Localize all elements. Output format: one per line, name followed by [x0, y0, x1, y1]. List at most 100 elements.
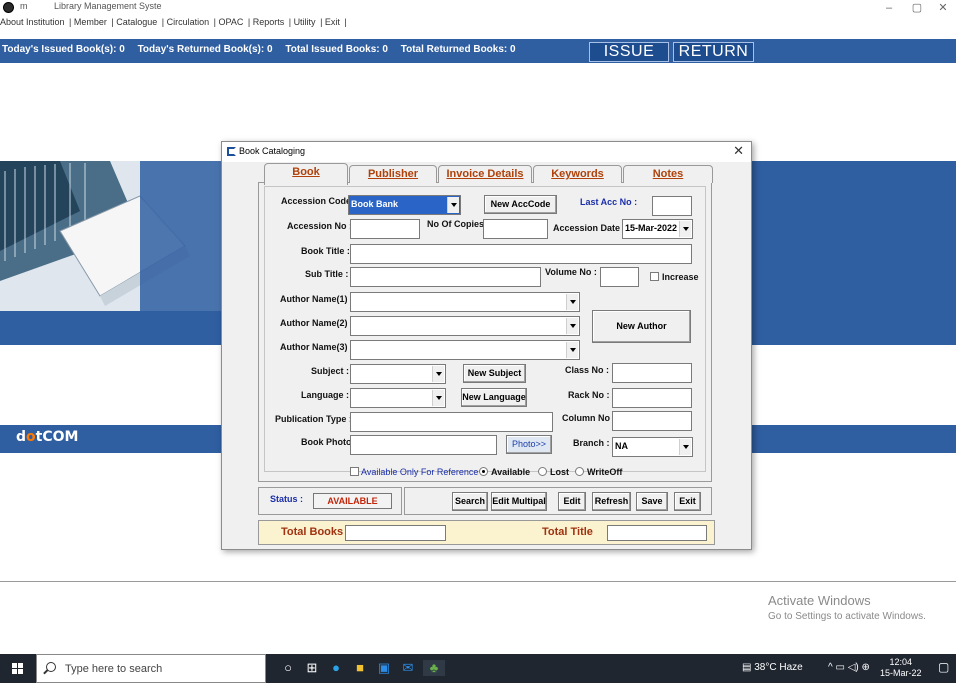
writeoff-radio[interactable]: [575, 467, 584, 476]
rack-no-field[interactable]: [612, 388, 692, 408]
tab-invoice-details[interactable]: Invoice Details: [438, 165, 532, 183]
clock-date: 15-Mar-22: [880, 668, 922, 678]
sub-title-field[interactable]: [350, 267, 541, 287]
refresh-button[interactable]: Refresh: [592, 492, 631, 511]
dialog-icon: [227, 147, 236, 156]
dialog-close-button[interactable]: ✕: [733, 143, 744, 159]
task-view-icon[interactable]: ⊞: [304, 660, 320, 676]
app-icon: [3, 2, 14, 13]
menu-exit[interactable]: Exit: [325, 17, 340, 27]
accession-no-label: Accession No :: [287, 221, 353, 231]
stats-bar: Today's Issued Book(s): 0 Today's Return…: [0, 39, 956, 63]
menu-circulation[interactable]: Circulation: [167, 17, 210, 27]
edit-button[interactable]: Edit: [558, 492, 586, 511]
tab-publisher[interactable]: Publisher: [349, 165, 437, 183]
close-window-button[interactable]: ✕: [928, 0, 956, 16]
new-language-button[interactable]: New Language: [461, 388, 527, 407]
writeoff-label: WriteOff: [587, 467, 623, 477]
subject-select[interactable]: [350, 364, 446, 384]
store-icon[interactable]: ▣: [376, 660, 392, 676]
activation-title: Activate Windows: [768, 593, 871, 608]
author-name-3-label: Author Name(3) :: [280, 342, 354, 352]
search-button[interactable]: Search: [452, 492, 488, 511]
menu-catalogue[interactable]: Catalogue: [116, 17, 157, 27]
author-name-3-select[interactable]: [350, 340, 580, 360]
new-subject-button[interactable]: New Subject: [463, 364, 526, 383]
rack-no-label: Rack No :: [568, 390, 610, 400]
accession-code-label: Accession Code:: [281, 196, 355, 206]
tab-notes[interactable]: Notes: [623, 165, 713, 183]
tab-book[interactable]: Book: [264, 163, 348, 185]
menu-utility[interactable]: Utility: [294, 17, 316, 27]
chevron-down-icon: [679, 221, 691, 237]
accession-date-label: Accession Date :: [553, 223, 626, 233]
menu-bar: About Institution | Member | Catalogue |…: [0, 17, 347, 27]
new-author-button[interactable]: New Author: [592, 310, 691, 343]
no-of-copies-field[interactable]: [483, 219, 548, 239]
notification-icon[interactable]: ▢: [938, 660, 949, 674]
tab-keywords[interactable]: Keywords: [533, 165, 622, 183]
author-name-1-label: Author Name(1) :: [280, 294, 354, 304]
author-name-2-select[interactable]: [350, 316, 580, 336]
no-of-copies-label: No Of Copies :: [427, 219, 490, 229]
exit-button[interactable]: Exit: [674, 492, 701, 511]
dialog-title: Book Cataloging: [239, 146, 306, 156]
reference-label: Available Only For Reference: [361, 467, 479, 477]
accession-no-field[interactable]: [350, 219, 420, 239]
library-app-icon[interactable]: ♣: [423, 660, 445, 676]
volume-no-field[interactable]: [600, 267, 639, 287]
return-button[interactable]: RETURN: [673, 42, 754, 62]
edge-icon[interactable]: ●: [328, 660, 344, 676]
menu-opac[interactable]: OPAC: [219, 17, 244, 27]
title-bar: m Library Management Syste – ▢ ✕: [0, 0, 956, 16]
class-no-field[interactable]: [612, 363, 692, 383]
chevron-down-icon: [447, 197, 459, 213]
chevron-down-icon: [566, 294, 578, 310]
branch-select[interactable]: NA: [612, 437, 693, 457]
clock-time: 12:04: [889, 657, 913, 667]
activation-watermark: Activate Windows Go to Settings to activ…: [768, 593, 926, 622]
cortana-icon[interactable]: ○: [280, 660, 296, 676]
lost-radio[interactable]: [538, 467, 547, 476]
file-explorer-icon[interactable]: ■: [352, 660, 368, 676]
sub-title-label: Sub Title :: [305, 269, 349, 279]
last-acc-no-field[interactable]: [652, 196, 692, 216]
menu-member[interactable]: Member: [74, 17, 107, 27]
column-no-field[interactable]: [612, 411, 692, 431]
search-icon: [46, 662, 56, 672]
available-radio[interactable]: [479, 467, 488, 476]
total-title-label: Total Title: [542, 526, 593, 538]
menu-reports[interactable]: Reports: [253, 17, 285, 27]
reference-checkbox[interactable]: [350, 467, 359, 476]
book-photo-field[interactable]: [350, 435, 497, 455]
publication-type-field[interactable]: [350, 412, 553, 432]
save-button[interactable]: Save: [636, 492, 668, 511]
language-select[interactable]: [350, 388, 446, 408]
weather-icon: ▤: [742, 662, 755, 673]
last-acc-no-label: Last Acc No :: [580, 197, 638, 207]
totals-bar: Total Books Total Title: [258, 520, 715, 545]
accession-date-picker[interactable]: 15-Mar-2022: [622, 219, 693, 239]
book-photo-label: Book Photo: [301, 437, 352, 447]
issue-button[interactable]: ISSUE: [589, 42, 669, 62]
minimize-button[interactable]: –: [874, 0, 904, 16]
book-title-field[interactable]: [350, 244, 692, 264]
menu-about-institution[interactable]: About Institution: [0, 17, 65, 27]
mail-icon[interactable]: ✉: [400, 660, 416, 676]
clock[interactable]: 12:04 15-Mar-22: [880, 657, 922, 679]
new-acccode-button[interactable]: New AccCode: [484, 195, 557, 214]
column-no-label: Column No :: [562, 413, 616, 423]
increase-checkbox[interactable]: [650, 272, 659, 281]
weather-widget[interactable]: ▤ 38°C Haze: [742, 662, 803, 673]
book-title-label: Book Title :: [301, 246, 350, 256]
total-books-field: [345, 525, 446, 541]
available-label: Available: [491, 467, 531, 477]
accession-code-select[interactable]: Book Bank: [348, 195, 461, 215]
edit-multipal-button[interactable]: Edit Multipal: [491, 492, 547, 511]
taskbar-search[interactable]: Type here to search: [36, 654, 266, 683]
windows-start-icon[interactable]: [12, 663, 24, 675]
system-tray-icons[interactable]: ^ ▭ ◁) ⊕: [828, 662, 870, 673]
author-name-1-select[interactable]: [350, 292, 580, 312]
photo-button[interactable]: Photo>>: [506, 435, 552, 454]
divider: [0, 581, 956, 582]
